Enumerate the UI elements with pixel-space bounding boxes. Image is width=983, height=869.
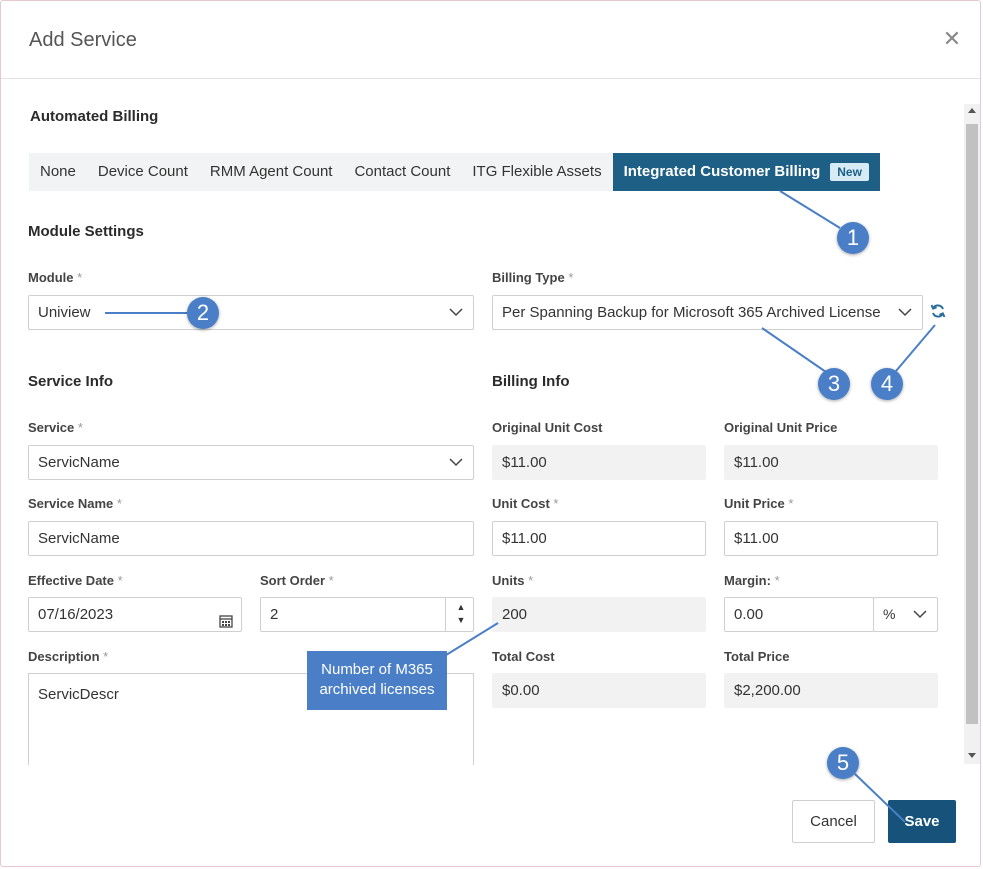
service-info-heading: Service Info <box>28 373 114 390</box>
billing-tabs: None Device Count RMM Agent Count Contac… <box>29 153 880 191</box>
tab-device-count[interactable]: Device Count <box>87 153 199 191</box>
tab-itg-flexible-assets[interactable]: ITG Flexible Assets <box>461 153 612 191</box>
original-unit-cost-value: $11.00 <box>492 445 706 480</box>
calendar-icon[interactable] <box>219 607 233 628</box>
chevron-down-icon <box>449 296 465 329</box>
service-name-label: Service Name * <box>28 496 122 511</box>
save-button[interactable]: Save <box>888 800 956 843</box>
service-label: Service * <box>28 420 83 435</box>
module-value: Uniview <box>38 304 91 321</box>
dialog-header: Add Service ✕ <box>1 1 980 79</box>
tab-contact-count[interactable]: Contact Count <box>343 153 461 191</box>
scroll-down-icon[interactable] <box>968 753 976 758</box>
close-icon[interactable]: ✕ <box>941 28 963 50</box>
units-annotation-note: Number of M365 archived licenses <box>307 651 447 710</box>
chevron-down-icon <box>913 598 929 631</box>
units-value: 200 <box>492 597 706 632</box>
callout-3: 3 <box>818 368 850 400</box>
sort-order-label: Sort Order * <box>260 573 334 588</box>
total-price-label: Total Price <box>724 649 790 664</box>
unit-price-label: Unit Price * <box>724 496 794 511</box>
original-unit-cost-label: Original Unit Cost <box>492 420 603 435</box>
service-select[interactable]: ServicName <box>28 445 474 480</box>
margin-unit-select[interactable]: % <box>873 597 938 632</box>
callout-2: 2 <box>187 297 219 329</box>
margin-input[interactable]: 0.00 <box>724 597 874 632</box>
original-unit-price-value: $11.00 <box>724 445 938 480</box>
billing-type-select[interactable]: Per Spanning Backup for Microsoft 365 Ar… <box>492 295 923 330</box>
total-cost-value: $0.00 <box>492 673 706 708</box>
unit-price-input[interactable]: $11.00 <box>724 521 938 556</box>
tab-integrated-customer-billing[interactable]: Integrated Customer Billing New <box>612 153 880 191</box>
tab-none[interactable]: None <box>29 153 87 191</box>
callout-4: 4 <box>871 368 903 400</box>
billing-info-heading: Billing Info <box>492 373 570 390</box>
total-price-value: $2,200.00 <box>724 673 938 708</box>
module-label: Module * <box>28 270 83 285</box>
units-label: Units * <box>492 573 534 588</box>
callout-5: 5 <box>827 747 859 779</box>
cancel-button[interactable]: Cancel <box>792 800 875 843</box>
sort-order-stepper[interactable]: 2 ▲ ▼ <box>260 597 474 632</box>
scroll-up-icon[interactable] <box>968 108 976 113</box>
scroll-thumb[interactable] <box>966 124 978 724</box>
service-value: ServicName <box>38 454 120 471</box>
effective-date-label: Effective Date * <box>28 573 123 588</box>
total-cost-label: Total Cost <box>492 649 555 664</box>
module-select[interactable]: Uniview <box>28 295 474 330</box>
new-badge: New <box>830 163 869 181</box>
automated-billing-heading: Automated Billing <box>30 108 159 125</box>
dialog-title: Add Service <box>29 29 137 51</box>
chevron-down-icon <box>449 446 465 479</box>
original-unit-price-label: Original Unit Price <box>724 420 838 435</box>
chevron-down-icon <box>898 296 914 329</box>
tab-rmm-agent-count[interactable]: RMM Agent Count <box>199 153 344 191</box>
unit-cost-label: Unit Cost * <box>492 496 559 511</box>
scrollbar[interactable] <box>964 104 980 764</box>
service-name-input[interactable]: ServicName <box>28 521 474 556</box>
effective-date-input[interactable]: 07/16/2023 <box>28 597 242 632</box>
billing-type-value: Per Spanning Backup for Microsoft 365 Ar… <box>502 304 881 321</box>
unit-cost-input[interactable]: $11.00 <box>492 521 706 556</box>
description-label: Description * <box>28 649 109 664</box>
billing-type-label: Billing Type * <box>492 270 574 285</box>
refresh-icon[interactable] <box>930 303 946 319</box>
margin-label: Margin: * <box>724 573 780 588</box>
module-settings-heading: Module Settings <box>28 223 144 240</box>
stepper-arrows-icon[interactable]: ▲ ▼ <box>455 601 467 629</box>
callout-1: 1 <box>837 222 869 254</box>
tab-label: Integrated Customer Billing <box>623 163 821 180</box>
